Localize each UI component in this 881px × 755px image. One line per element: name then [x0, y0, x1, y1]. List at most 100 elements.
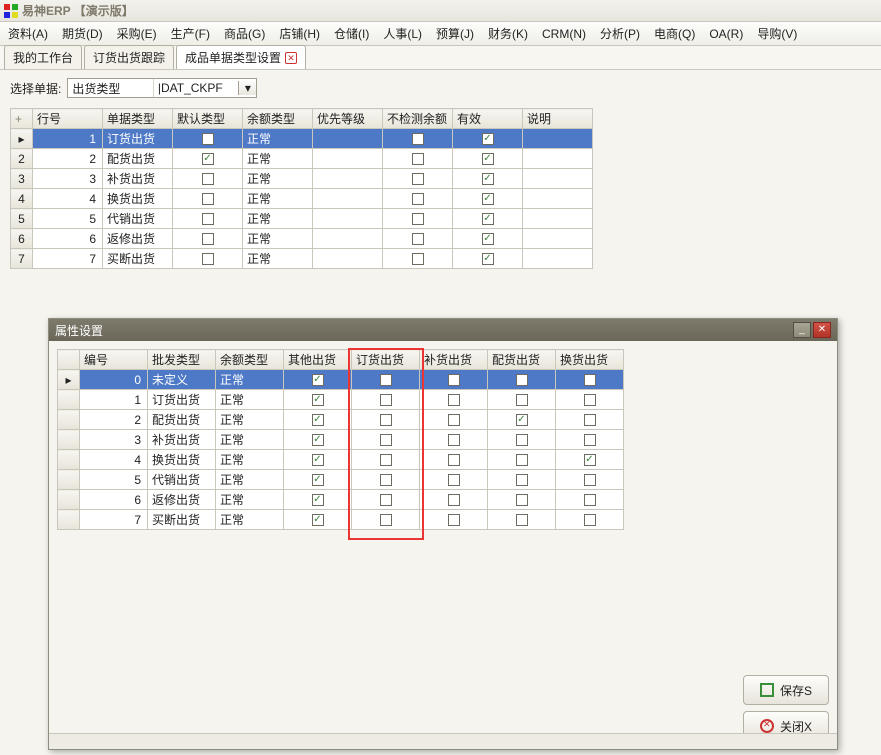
cell-replenish[interactable] — [420, 470, 488, 490]
table-row[interactable]: 77买断出货正常✓ — [11, 249, 593, 269]
checkbox[interactable]: ✓ — [288, 454, 347, 466]
row-header[interactable] — [58, 430, 80, 450]
row-header[interactable]: 4 — [11, 189, 33, 209]
menu-item[interactable]: 期货(D) — [62, 25, 103, 42]
checkbox[interactable] — [492, 514, 551, 526]
column-header[interactable]: 余额类型 — [243, 109, 313, 129]
checkbox[interactable] — [177, 233, 238, 245]
cell-nocheck[interactable] — [383, 169, 453, 189]
row-header[interactable] — [58, 490, 80, 510]
checkbox[interactable] — [560, 394, 619, 406]
checkbox[interactable]: ✓ — [457, 133, 518, 145]
cell-replenish[interactable] — [420, 410, 488, 430]
cell-other[interactable]: ✓ — [284, 390, 352, 410]
menu-item[interactable]: 分析(P) — [600, 25, 640, 42]
cell-enabled[interactable]: ✓ — [453, 129, 523, 149]
cell-enabled[interactable]: ✓ — [453, 169, 523, 189]
row-header[interactable]: 2 — [11, 149, 33, 169]
cell-exchange[interactable] — [556, 390, 624, 410]
cell-other[interactable]: ✓ — [284, 470, 352, 490]
menu-item[interactable]: OA(R) — [709, 27, 743, 41]
menu-item[interactable]: 店铺(H) — [279, 25, 320, 42]
checkbox[interactable] — [424, 474, 483, 486]
tab-close-icon[interactable]: ✕ — [285, 52, 297, 64]
cell-other[interactable]: ✓ — [284, 490, 352, 510]
cell-distribute[interactable]: ✓ — [488, 410, 556, 430]
checkbox[interactable] — [177, 253, 238, 265]
checkbox[interactable] — [356, 414, 415, 426]
cell-default[interactable] — [173, 189, 243, 209]
dialog-titlebar[interactable]: 属性设置 _ ✕ — [49, 319, 837, 341]
cell-exchange[interactable] — [556, 410, 624, 430]
cell-other[interactable]: ✓ — [284, 410, 352, 430]
cell-exchange[interactable] — [556, 370, 624, 390]
checkbox[interactable] — [492, 394, 551, 406]
table-row[interactable]: 22配货出货✓正常✓ — [11, 149, 593, 169]
row-header[interactable] — [58, 510, 80, 530]
cell-order[interactable] — [352, 510, 420, 530]
table-row[interactable]: ▸1订货出货正常✓ — [11, 129, 593, 149]
checkbox[interactable] — [387, 233, 448, 245]
cell-distribute[interactable] — [488, 430, 556, 450]
cell-distribute[interactable] — [488, 490, 556, 510]
checkbox[interactable] — [424, 454, 483, 466]
chevron-down-icon[interactable]: ▾ — [238, 81, 256, 95]
checkbox[interactable] — [424, 394, 483, 406]
cell-nocheck[interactable] — [383, 189, 453, 209]
cell-nocheck[interactable] — [383, 249, 453, 269]
checkbox[interactable] — [356, 454, 415, 466]
checkbox[interactable] — [492, 454, 551, 466]
checkbox[interactable]: ✓ — [560, 454, 619, 466]
checkbox[interactable] — [177, 133, 238, 145]
cell-distribute[interactable] — [488, 450, 556, 470]
cell-default[interactable] — [173, 229, 243, 249]
cell-order[interactable] — [352, 370, 420, 390]
row-header[interactable]: ▸ — [58, 370, 80, 390]
column-header[interactable]: 补货出货 — [420, 350, 488, 370]
checkbox[interactable] — [560, 374, 619, 386]
document-tab[interactable]: 订货出货跟踪 — [84, 45, 174, 69]
column-header[interactable]: 默认类型 — [173, 109, 243, 129]
checkbox[interactable] — [560, 414, 619, 426]
cell-replenish[interactable] — [420, 450, 488, 470]
checkbox[interactable]: ✓ — [492, 414, 551, 426]
cell-default[interactable] — [173, 209, 243, 229]
cell-replenish[interactable] — [420, 510, 488, 530]
checkbox[interactable] — [424, 494, 483, 506]
cell-order[interactable] — [352, 410, 420, 430]
checkbox[interactable] — [387, 253, 448, 265]
cell-exchange[interactable] — [556, 490, 624, 510]
cell-order[interactable] — [352, 470, 420, 490]
checkbox[interactable] — [356, 494, 415, 506]
table-row[interactable]: 3补货出货正常✓ — [58, 430, 624, 450]
cell-nocheck[interactable] — [383, 129, 453, 149]
checkbox[interactable]: ✓ — [457, 193, 518, 205]
menu-item[interactable]: 仓储(I) — [334, 25, 369, 42]
cell-enabled[interactable]: ✓ — [453, 189, 523, 209]
table-row[interactable]: 5代销出货正常✓ — [58, 470, 624, 490]
table-row[interactable]: 6返修出货正常✓ — [58, 490, 624, 510]
cell-enabled[interactable]: ✓ — [453, 149, 523, 169]
cell-other[interactable]: ✓ — [284, 430, 352, 450]
cell-order[interactable] — [352, 450, 420, 470]
checkbox[interactable] — [492, 434, 551, 446]
checkbox[interactable] — [560, 474, 619, 486]
cell-nocheck[interactable] — [383, 209, 453, 229]
cell-distribute[interactable] — [488, 370, 556, 390]
table-row[interactable]: 1订货出货正常✓ — [58, 390, 624, 410]
cell-replenish[interactable] — [420, 490, 488, 510]
horizontal-scrollbar[interactable] — [49, 733, 837, 749]
cell-enabled[interactable]: ✓ — [453, 249, 523, 269]
save-button[interactable]: 保存S — [743, 675, 829, 705]
cell-replenish[interactable] — [420, 390, 488, 410]
checkbox[interactable]: ✓ — [288, 394, 347, 406]
menu-item[interactable]: 财务(K) — [488, 25, 528, 42]
document-tab[interactable]: 成品单据类型设置✕ — [176, 45, 306, 69]
cell-nocheck[interactable] — [383, 229, 453, 249]
checkbox[interactable] — [387, 213, 448, 225]
cell-order[interactable] — [352, 490, 420, 510]
checkbox[interactable] — [356, 394, 415, 406]
menu-item[interactable]: 预算(J) — [436, 25, 474, 42]
menu-item[interactable]: 商品(G) — [224, 25, 265, 42]
column-header[interactable]: 其他出货 — [284, 350, 352, 370]
